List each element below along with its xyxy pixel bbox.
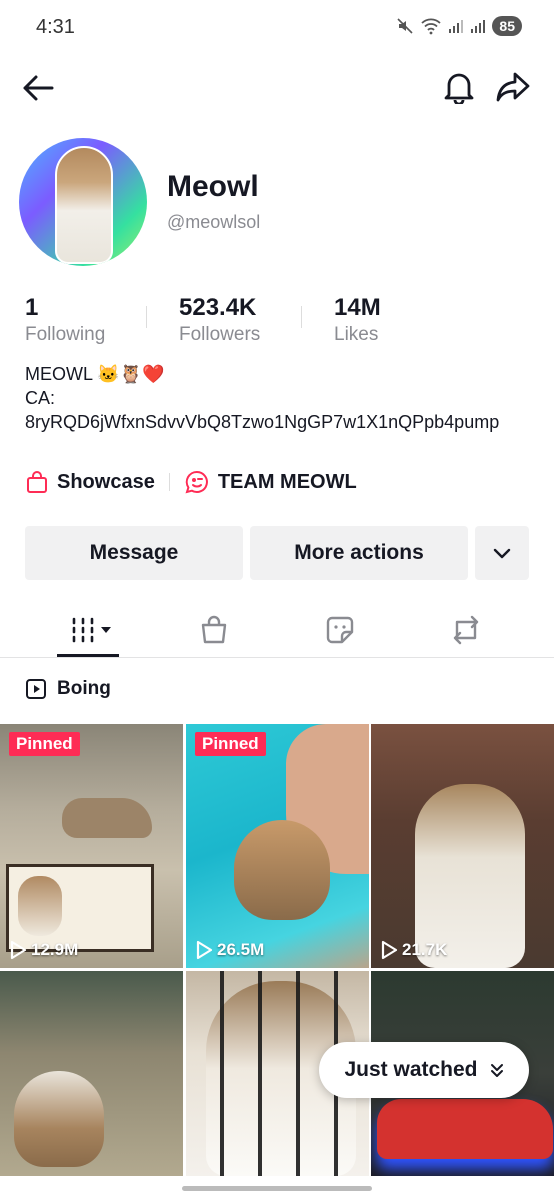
share-arrow-icon (496, 72, 530, 102)
group-link[interactable]: TEAM MEOWL (184, 470, 357, 494)
home-indicator[interactable] (182, 1186, 372, 1191)
stat-following[interactable]: 1 Following (25, 294, 146, 346)
stat-label: Followers (179, 324, 261, 345)
expand-button[interactable] (475, 526, 529, 580)
double-chevron-down-icon (490, 1064, 503, 1077)
profile-links: Showcase TEAM MEOWL (25, 470, 357, 494)
cat-owl-shape (234, 820, 330, 920)
bio-contract-address: 8ryRQD6jWfxnSdvvVbQ8Tzwo1NgGP7w1X1nQPpb4… (25, 412, 500, 432)
video-thumbnail[interactable] (0, 971, 183, 1176)
bell-icon (444, 73, 474, 104)
shopping-bag-icon (27, 471, 47, 493)
view-count: 12.9M (9, 940, 78, 960)
toy-car (377, 1099, 553, 1159)
avatar-cat-image (55, 146, 113, 264)
profile-stats: 1 Following 523.4K Followers 14M Likes (25, 294, 381, 346)
message-button[interactable]: Message (25, 526, 243, 580)
sign-cat (18, 876, 62, 936)
video-thumbnail[interactable]: 21.7K (371, 724, 554, 968)
stat-label: Likes (334, 324, 379, 345)
playlist-chip[interactable]: Boing (25, 678, 111, 700)
stat-value: 523.4K (179, 294, 257, 321)
active-tab-indicator (57, 654, 119, 657)
group-label: TEAM MEOWL (217, 470, 357, 493)
play-square-icon (26, 679, 46, 699)
stat-value: 14M (334, 294, 381, 321)
more-actions-button[interactable]: More actions (250, 526, 468, 580)
stat-likes[interactable]: 14M Likes (302, 294, 381, 346)
signal-icon (449, 20, 464, 33)
playlist-label: Boing (57, 678, 111, 699)
tab-videos[interactable] (64, 612, 118, 648)
repost-icon (453, 615, 479, 645)
sticker-icon (326, 616, 354, 644)
content-tabs (0, 604, 554, 658)
showcase-link[interactable]: Showcase (25, 470, 155, 494)
signal-icon-2 (471, 20, 486, 33)
status-bar: 4:31 85 (0, 0, 554, 56)
link-divider (168, 473, 170, 491)
tab-reposts[interactable] (448, 612, 484, 648)
status-time: 4:31 (36, 16, 75, 38)
share-button[interactable] (492, 66, 534, 108)
just-watched-button[interactable]: Just watched (319, 1042, 529, 1098)
view-count-text: 12.9M (31, 940, 79, 959)
tab-shop[interactable] (196, 612, 232, 648)
just-watched-label: Just watched (344, 1058, 478, 1081)
pinned-badge: Pinned (195, 732, 266, 756)
tab-stickers[interactable] (322, 612, 358, 648)
play-outline-icon (381, 940, 398, 960)
videos-grid-icon (72, 617, 111, 643)
owl-shape (62, 798, 152, 838)
play-outline-icon (10, 940, 27, 960)
bio-line: CA: (25, 388, 56, 408)
video-grid: Pinned 12.9M Pinned 26.5M 21.7K (0, 724, 554, 1176)
view-count-text: 21.7K (402, 940, 448, 959)
group-chat-icon (185, 470, 208, 494)
profile-bio: MEOWL 🐱🦉❤️ CA: 8ryRQD6jWfxnSdvvVbQ8Tzwo1… (25, 362, 535, 434)
notification-button[interactable] (438, 66, 480, 108)
video-thumbnail[interactable]: Pinned 12.9M (0, 724, 183, 968)
view-count-text: 26.5M (217, 940, 265, 959)
view-count: 21.7K (380, 940, 447, 960)
stat-followers[interactable]: 523.4K Followers (147, 294, 301, 346)
back-button[interactable] (18, 68, 58, 108)
video-thumbnail[interactable]: Pinned 26.5M (186, 724, 369, 968)
stat-label: Following (25, 324, 106, 345)
profile-avatar[interactable] (19, 138, 147, 266)
mute-icon (397, 18, 413, 34)
bio-line: MEOWL 🐱🦉❤️ (25, 364, 165, 384)
profile-handle: @meowlsol (167, 212, 261, 232)
view-count: 26.5M (195, 940, 264, 960)
status-icons: 85 (396, 16, 522, 36)
showcase-label: Showcase (57, 470, 155, 493)
arrow-left-icon (23, 75, 54, 101)
wifi-icon (421, 18, 442, 35)
pinned-badge: Pinned (9, 732, 80, 756)
play-outline-icon (196, 940, 213, 960)
battery-indicator: 85 (492, 16, 522, 36)
chevron-down-icon (493, 548, 511, 559)
stat-value: 1 (25, 294, 39, 321)
profile-name: Meowl (167, 170, 259, 203)
shop-bag-icon (201, 615, 227, 644)
cat-owl-shape (14, 1071, 104, 1167)
